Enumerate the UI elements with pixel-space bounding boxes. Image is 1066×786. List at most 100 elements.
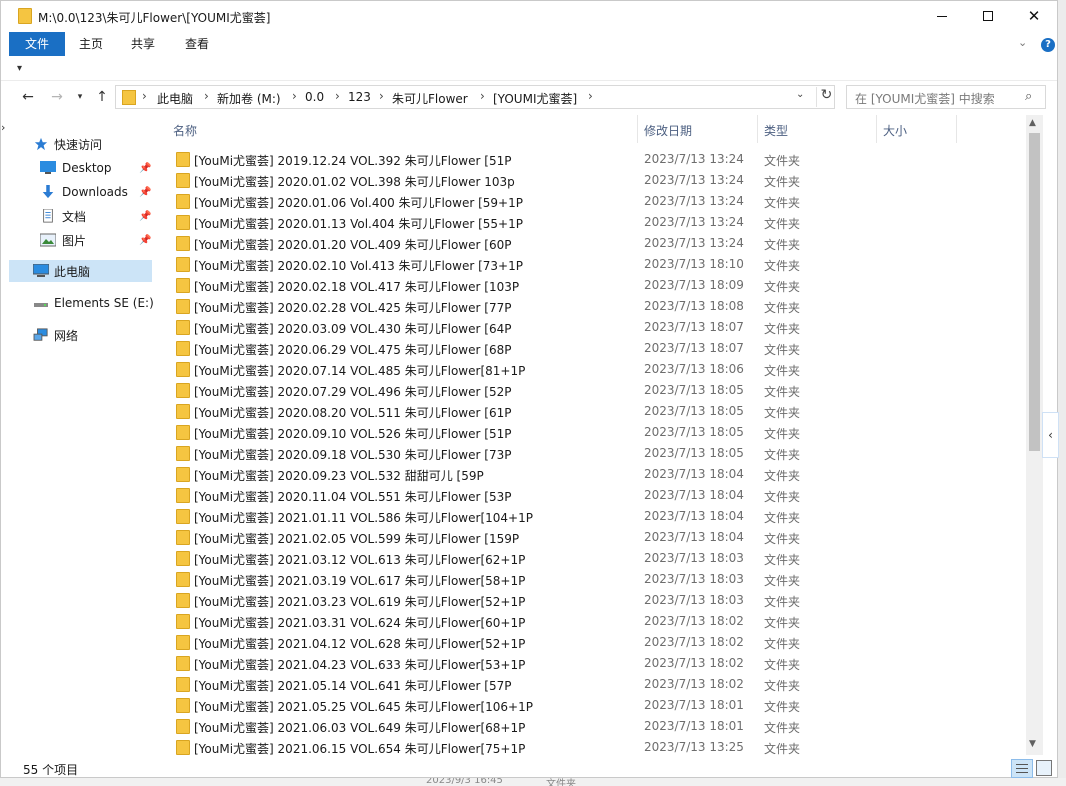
table-row[interactable]: [YouMi尤蜜荟] 2020.09.10 VOL.526 朱可儿Flower … [158, 422, 1026, 443]
chevron-right-icon[interactable]: › [588, 89, 593, 103]
file-name: [YouMi尤蜜荟] 2020.01.13 Vol.404 朱可儿Flower … [194, 217, 523, 231]
sidebar-item-pictures[interactable]: 图片 📌 [9, 229, 152, 251]
chevron-right-icon[interactable]: › [379, 89, 384, 103]
scroll-up-icon[interactable]: ▲ [1029, 118, 1036, 128]
search-icon[interactable]: ⌕ [1025, 89, 1032, 104]
table-row[interactable]: [YouMi尤蜜荟] 2020.09.23 VOL.532 甜甜可儿 [59P 2… [158, 464, 1026, 485]
file-type: 文件夹 [764, 280, 801, 294]
sidebar-item-documents[interactable]: 文档 📌 [9, 205, 152, 227]
table-row[interactable]: [YouMi尤蜜荟] 2021.04.12 VOL.628 朱可儿Flower[… [158, 632, 1026, 653]
table-row[interactable]: [YouMi尤蜜荟] 2020.01.13 Vol.404 朱可儿Flower … [158, 212, 1026, 233]
pin-icon[interactable]: 📌 [139, 211, 151, 222]
column-divider[interactable] [757, 115, 758, 143]
column-header-name[interactable]: 名称 [173, 122, 197, 139]
table-row[interactable]: [YouMi尤蜜荟] 2021.02.05 VOL.599 朱可儿Flower … [158, 527, 1026, 548]
maximize-button[interactable] [965, 1, 1011, 31]
table-row[interactable]: [YouMi尤蜜荟] 2020.02.10 Vol.413 朱可儿Flower … [158, 254, 1026, 275]
breadcrumb-folder-flower[interactable]: 朱可儿Flower [392, 90, 468, 107]
table-row[interactable]: [YouMi尤蜜荟] 2020.07.14 VOL.485 朱可儿Flower[… [158, 359, 1026, 380]
customize-toolbar-icon[interactable]: ▾ [17, 63, 22, 74]
table-row[interactable]: [YouMi尤蜜荟] 2020.08.20 VOL.511 朱可儿Flower … [158, 401, 1026, 422]
table-row[interactable]: [YouMi尤蜜荟] 2020.09.18 VOL.530 朱可儿Flower … [158, 443, 1026, 464]
breadcrumb-folder-youmi[interactable]: [YOUMI尤蜜荟] [493, 90, 577, 107]
column-divider[interactable] [637, 115, 638, 143]
tab-share[interactable]: 共享 [119, 32, 167, 56]
close-button[interactable]: ✕ [1011, 1, 1057, 31]
sidebar-item-elements-se[interactable]: Elements SE (E:) [9, 292, 154, 314]
table-row[interactable]: [YouMi尤蜜荟] 2021.03.19 VOL.617 朱可儿Flower[… [158, 569, 1026, 590]
table-row[interactable]: [YouMi尤蜜荟] 2021.05.25 VOL.645 朱可儿Flower[… [158, 695, 1026, 716]
table-row[interactable]: [YouMi尤蜜荟] 2021.03.12 VOL.613 朱可儿Flower[… [158, 548, 1026, 569]
folder-icon [176, 425, 190, 440]
column-header-type[interactable]: 类型 [764, 122, 788, 139]
tab-home[interactable]: 主页 [67, 32, 115, 56]
forward-button[interactable]: → [47, 87, 67, 107]
pin-icon[interactable]: 📌 [139, 187, 151, 198]
tab-view[interactable]: 查看 [173, 32, 221, 56]
sidebar-item-network[interactable]: 网络 [9, 324, 152, 346]
chevron-right-icon[interactable]: › [480, 89, 485, 103]
table-row[interactable]: [YouMi尤蜜荟] 2021.03.23 VOL.619 朱可儿Flower[… [158, 590, 1026, 611]
table-row[interactable]: [YouMi尤蜜荟] 2021.04.23 VOL.633 朱可儿Flower[… [158, 653, 1026, 674]
help-icon[interactable]: ? [1041, 38, 1055, 52]
file-name: [YouMi尤蜜荟] 2021.05.25 VOL.645 朱可儿Flower[… [194, 700, 533, 714]
file-type: 文件夹 [764, 595, 801, 609]
title-bar[interactable]: M:\0.0\123\朱可儿Flower\[YOUMI尤蜜荟] ✕ [1, 1, 1057, 31]
sidebar-item-desktop[interactable]: Desktop 📌 [9, 157, 152, 179]
table-row[interactable]: [YouMi尤蜜荟] 2020.03.09 VOL.430 朱可儿Flower … [158, 317, 1026, 338]
pin-icon[interactable]: 📌 [139, 163, 151, 174]
scrollbar-thumb[interactable] [1029, 133, 1040, 451]
back-button[interactable]: ← [18, 87, 38, 107]
sidebar-item-this-pc[interactable]: 此电脑 [9, 260, 152, 282]
table-row[interactable]: [YouMi尤蜜荟] 2020.11.04 VOL.551 朱可儿Flower … [158, 485, 1026, 506]
expand-ribbon-chevron-icon[interactable]: ⌄ [1018, 36, 1027, 49]
up-button[interactable]: ↑ [92, 87, 112, 107]
address-history-chevron-icon[interactable]: ⌄ [796, 89, 804, 100]
breadcrumb-folder-123[interactable]: 123 [348, 90, 371, 104]
table-row[interactable]: [YouMi尤蜜荟] 2021.06.03 VOL.649 朱可儿Flower[… [158, 716, 1026, 737]
quick-access-toolbar: ▾ [1, 57, 1057, 81]
table-row[interactable]: [YouMi尤蜜荟] 2019.12.24 VOL.392 朱可儿Flower … [158, 149, 1026, 170]
pin-icon[interactable]: 📌 [139, 235, 151, 246]
search-box[interactable]: 在 [YOUMI尤蜜荟] 中搜索 ⌕ [846, 85, 1046, 109]
tab-file[interactable]: 文件 [9, 32, 65, 56]
sidebar-item-downloads[interactable]: Downloads 📌 [9, 181, 152, 203]
refresh-icon[interactable]: ↻ [816, 87, 836, 107]
vertical-scrollbar[interactable]: ▲ ▼ [1026, 115, 1043, 755]
table-row[interactable]: [YouMi尤蜜荟] 2020.02.28 VOL.425 朱可儿Flower … [158, 296, 1026, 317]
column-header-size[interactable]: 大小 [883, 122, 907, 139]
minimize-button[interactable] [919, 1, 965, 31]
search-input[interactable]: 在 [YOUMI尤蜜荟] 中搜索 [855, 90, 995, 107]
folder-icon [176, 488, 190, 503]
chevron-right-icon[interactable]: › [292, 89, 297, 103]
column-divider[interactable] [876, 115, 877, 143]
collapse-pane-chevron-icon[interactable]: ‹ [1042, 412, 1059, 458]
table-row[interactable]: [YouMi尤蜜荟] 2020.06.29 VOL.475 朱可儿Flower … [158, 338, 1026, 359]
column-header-date[interactable]: 修改日期 [644, 122, 692, 139]
chevron-right-icon[interactable]: › [142, 89, 147, 103]
large-icons-view-icon[interactable] [1036, 760, 1052, 776]
table-row[interactable]: [YouMi尤蜜荟] 2020.01.02 VOL.398 朱可儿Flower … [158, 170, 1026, 191]
table-row[interactable]: [YouMi尤蜜荟] 2020.01.06 Vol.400 朱可儿Flower … [158, 191, 1026, 212]
recent-locations-chevron-icon[interactable]: ▾ [73, 87, 87, 107]
address-bar[interactable]: › 此电脑 › 新加卷 (M:) › 0.0 › 123 › 朱可儿Flower… [115, 85, 835, 109]
table-row[interactable]: [YouMi尤蜜荟] 2020.07.29 VOL.496 朱可儿Flower … [158, 380, 1026, 401]
table-row[interactable]: [YouMi尤蜜荟] 2021.05.14 VOL.641 朱可儿Flower … [158, 674, 1026, 695]
table-row[interactable]: [YouMi尤蜜荟] 2021.01.11 VOL.586 朱可儿Flower[… [158, 506, 1026, 527]
table-row[interactable]: [YouMi尤蜜荟] 2020.02.18 VOL.417 朱可儿Flower … [158, 275, 1026, 296]
scroll-down-icon[interactable]: ▼ [1029, 739, 1036, 749]
table-row[interactable]: [YouMi尤蜜荟] 2021.06.15 VOL.654 朱可儿Flower[… [158, 737, 1026, 755]
table-row[interactable]: [YouMi尤蜜荟] 2020.01.20 VOL.409 朱可儿Flower … [158, 233, 1026, 254]
breadcrumb-drive[interactable]: 新加卷 (M:) [217, 90, 281, 107]
sidebar-item-quick-access[interactable]: 快速访问 [9, 133, 152, 155]
breadcrumb-this-pc[interactable]: 此电脑 [157, 90, 193, 107]
chevron-right-icon[interactable]: › [335, 89, 340, 103]
file-name: [YouMi尤蜜荟] 2020.02.28 VOL.425 朱可儿Flower … [194, 301, 512, 315]
details-view-icon[interactable] [1011, 759, 1033, 778]
chevron-right-icon[interactable]: › [204, 89, 209, 103]
column-divider[interactable] [956, 115, 957, 143]
file-type: 文件夹 [764, 574, 801, 588]
breadcrumb-folder-00[interactable]: 0.0 [305, 90, 324, 104]
background-window-edge [1058, 0, 1066, 786]
table-row[interactable]: [YouMi尤蜜荟] 2021.03.31 VOL.624 朱可儿Flower[… [158, 611, 1026, 632]
